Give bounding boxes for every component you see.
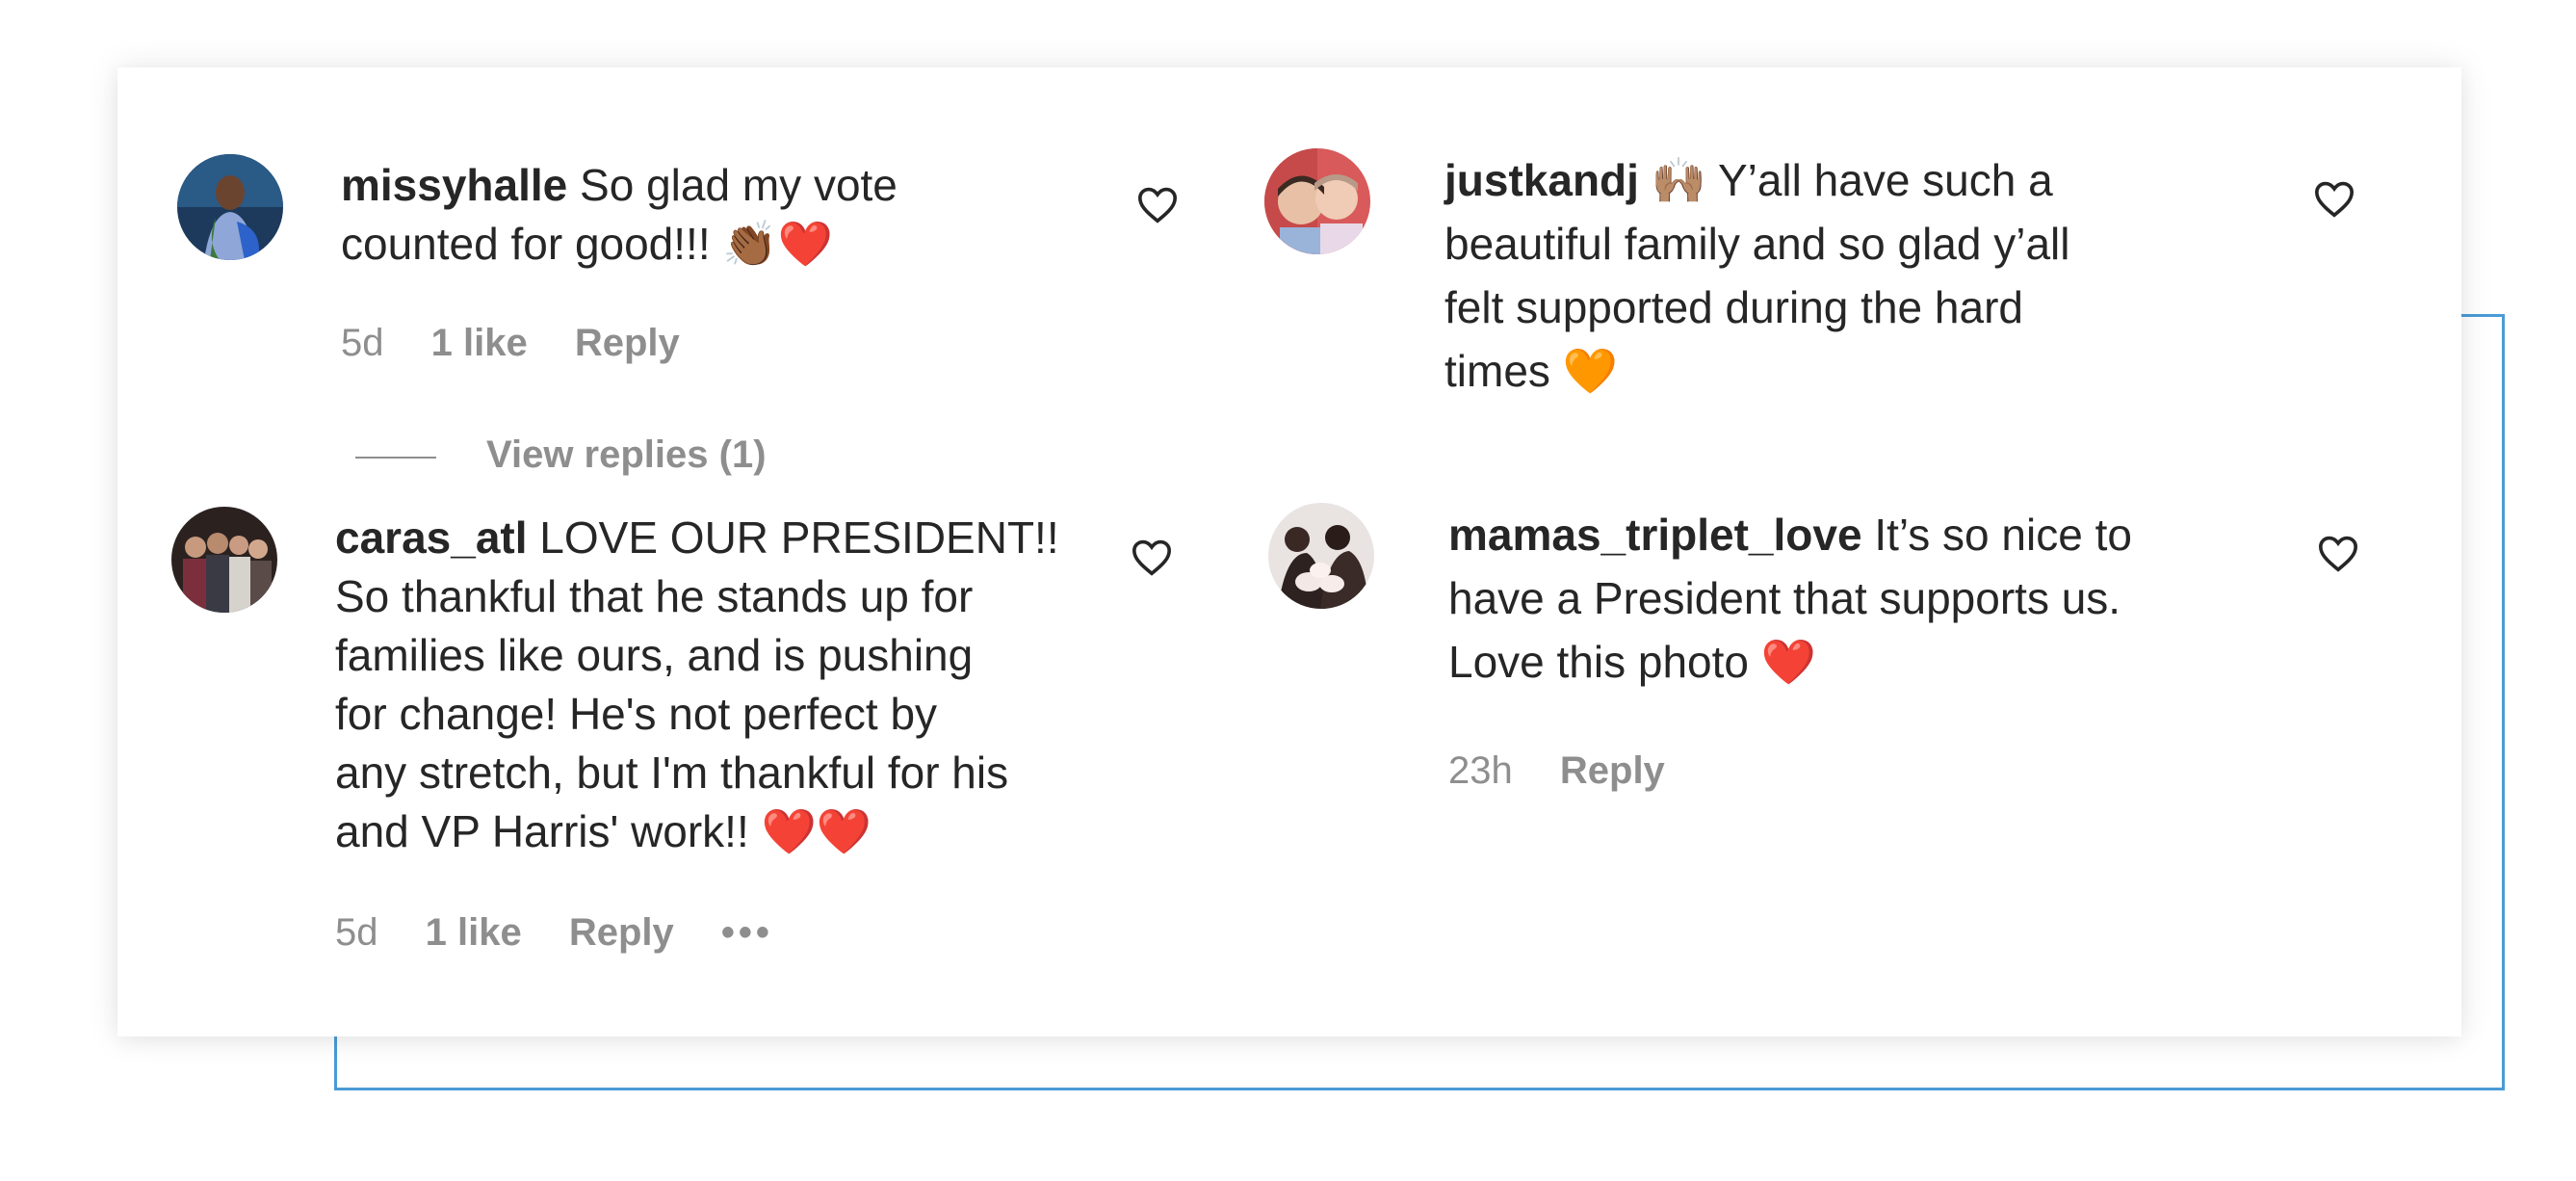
avatar[interactable] xyxy=(177,154,283,260)
comment-text-line: times 🧡 xyxy=(1444,346,1618,396)
username-link[interactable]: mamas_triplet_love xyxy=(1448,510,1862,560)
username-link[interactable]: missyhalle xyxy=(341,160,567,210)
reply-button[interactable]: Reply xyxy=(575,322,680,364)
timestamp: 23h xyxy=(1448,749,1513,792)
comment-body: mamas_triplet_love It’s so nice to have … xyxy=(1448,503,2238,694)
comment-meta: 5d 1 like Reply ••• xyxy=(335,909,810,956)
like-heart-icon[interactable] xyxy=(2313,179,2355,218)
comment-body: justkandj 🙌🏽 Y’all have such a beautiful… xyxy=(1444,148,2234,403)
like-heart-icon[interactable] xyxy=(2317,534,2359,572)
comment-text-line: Love this photo ❤️ xyxy=(1448,637,1817,687)
comment-text-line: have a President that supports us. xyxy=(1448,573,2121,623)
comment-meta: 5d 1 like Reply xyxy=(341,320,716,366)
comment-text-line: for change! He's not perfect by xyxy=(335,689,938,739)
comment-body: missyhalle So glad my vote counted for g… xyxy=(341,156,1015,274)
comment-text-line: any stretch, but I'm thankful for his xyxy=(335,748,1009,798)
comment-text-line: So glad my vote xyxy=(580,160,898,210)
timestamp: 5d xyxy=(335,911,378,954)
comment-text-line: 🙌🏽 Y’all have such a xyxy=(1651,155,2053,205)
comment-text-line: So thankful that he stands up for xyxy=(335,571,974,621)
likes-count-link[interactable]: 1 like xyxy=(431,322,528,364)
likes-count-link[interactable]: 1 like xyxy=(426,911,522,954)
comment-text-line: beautiful family and so glad y’all xyxy=(1444,219,2070,269)
username-link[interactable]: justkandj xyxy=(1444,155,1639,205)
like-heart-icon[interactable] xyxy=(1131,538,1173,576)
reply-button[interactable]: Reply xyxy=(569,911,674,954)
avatar[interactable] xyxy=(1264,148,1370,254)
comment-text-line: It’s so nice to xyxy=(1874,510,2132,560)
comment-text-line: and VP Harris' work!! ❤️❤️ xyxy=(335,806,872,856)
comment-text-line: LOVE OUR PRESIDENT!! xyxy=(539,512,1059,563)
like-heart-icon[interactable] xyxy=(1136,185,1179,223)
more-options-icon[interactable]: ••• xyxy=(721,911,773,954)
view-replies-button[interactable]: View replies (1) xyxy=(486,433,767,477)
comment-text-line: felt supported during the hard xyxy=(1444,282,2023,332)
username-link[interactable]: caras_atl xyxy=(335,512,528,563)
comment-text-line: counted for good!!! 👏🏾❤️ xyxy=(341,219,833,269)
replies-divider xyxy=(355,457,436,459)
comment-text-line: families like ours, and is pushing xyxy=(335,630,974,680)
comment-meta: 23h Reply xyxy=(1448,748,1702,794)
timestamp: 5d xyxy=(341,322,384,364)
comment-body: caras_atl LOVE OUR PRESIDENT!! So thankf… xyxy=(335,509,1202,861)
avatar[interactable] xyxy=(1268,503,1374,609)
reply-button[interactable]: Reply xyxy=(1560,749,1665,792)
comments-panel: missyhalle So glad my vote counted for g… xyxy=(117,67,2461,1037)
avatar[interactable] xyxy=(171,507,277,613)
